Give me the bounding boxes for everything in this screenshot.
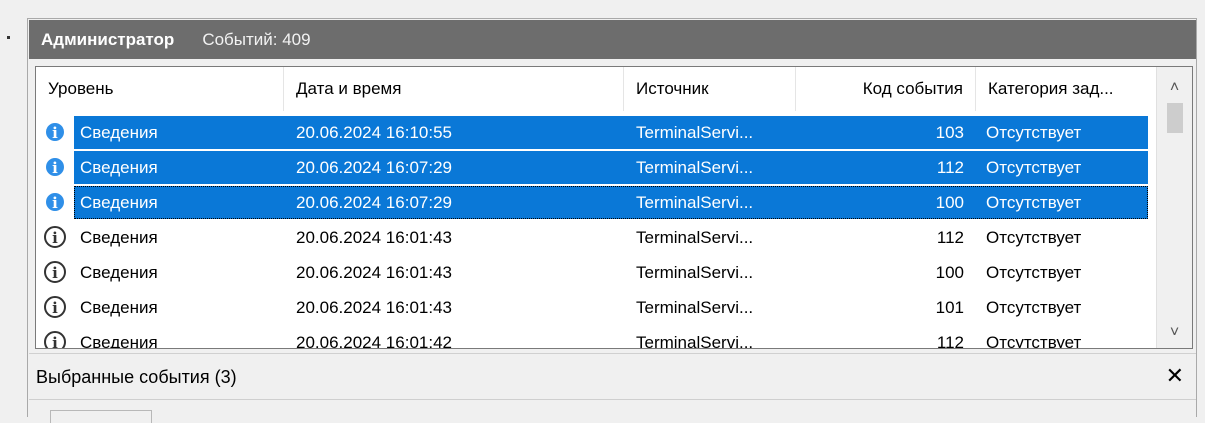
cell-task-category: Отсутствует xyxy=(986,123,1082,142)
cell-event-code: 112 xyxy=(936,158,964,177)
cell-task-category: Отсутствует xyxy=(986,158,1082,177)
cell-level: Сведения xyxy=(80,298,158,317)
splitter-dot xyxy=(7,36,10,39)
vertical-scrollbar[interactable]: ˄ ˅ xyxy=(1156,67,1192,348)
info-icon: i xyxy=(44,261,66,283)
info-icon: i xyxy=(44,191,66,213)
cell-source: TerminalServi... xyxy=(636,263,754,282)
events-count: Событий: 409 xyxy=(202,29,311,49)
selected-events-header: Выбранные события (3) ✕ xyxy=(29,353,1196,400)
cell-task-category: Отсутствует xyxy=(986,228,1082,247)
table-row[interactable]: i Сведения 20.06.2024 16:01:43 TerminalServ… xyxy=(36,255,1156,290)
cell-datetime: 20.06.2024 16:07:29 xyxy=(296,193,452,212)
table-row[interactable]: i Сведения 20.06.2024 16:07:29 TerminalServ… xyxy=(36,150,1156,185)
cell-datetime: 20.06.2024 16:01:42 xyxy=(296,333,452,349)
cell-event-code: 112 xyxy=(936,333,964,349)
cell-source: TerminalServi... xyxy=(636,123,754,142)
info-icon: i xyxy=(44,226,66,248)
selected-events-panel: Выбранные события (3) ✕ xyxy=(29,353,1196,423)
info-icon: i xyxy=(44,156,66,178)
scroll-thumb[interactable] xyxy=(1167,103,1183,133)
column-header-task-category[interactable]: Категория зад... xyxy=(976,67,1156,111)
log-title: Администратор xyxy=(41,29,175,49)
events-rows: i Сведения 20.06.2024 16:10:55 TerminalServ… xyxy=(36,115,1156,349)
cell-datetime: 20.06.2024 16:01:43 xyxy=(296,228,452,247)
cell-source: TerminalServi... xyxy=(636,158,754,177)
column-header-event-code[interactable]: Код события xyxy=(796,67,976,111)
cell-datetime: 20.06.2024 16:07:29 xyxy=(296,158,452,177)
cell-event-code: 101 xyxy=(935,298,964,317)
selected-events-title: Выбранные события (3) xyxy=(36,366,237,387)
column-header-datetime[interactable]: Дата и время xyxy=(284,67,624,111)
table-row[interactable]: i Сведения 20.06.2024 16:07:29 TerminalServ… xyxy=(36,185,1156,220)
events-table: Уровень Дата и время Источник Код событи… xyxy=(35,66,1193,349)
table-row[interactable]: i Сведения 20.06.2024 16:01:43 TerminalServ… xyxy=(36,220,1156,255)
divider xyxy=(29,399,1196,400)
cell-event-code: 100 xyxy=(935,193,964,212)
cell-event-code: 103 xyxy=(935,123,964,142)
cell-task-category: Отсутствует xyxy=(986,298,1082,317)
cell-datetime: 20.06.2024 16:01:43 xyxy=(296,263,452,282)
cell-datetime: 20.06.2024 16:01:43 xyxy=(296,298,452,317)
table-row[interactable]: i Сведения 20.06.2024 16:01:42 TerminalServ… xyxy=(36,325,1156,349)
cell-task-category: Отсутствует xyxy=(986,333,1082,349)
scroll-up-icon[interactable]: ˄ xyxy=(1157,73,1192,103)
cell-level: Сведения xyxy=(80,158,158,177)
cell-source: TerminalServi... xyxy=(636,333,754,349)
cell-event-code: 112 xyxy=(936,228,964,247)
info-icon: i xyxy=(44,296,66,318)
table-row[interactable]: i Сведения 20.06.2024 16:01:43 TerminalServ… xyxy=(36,290,1156,325)
cell-task-category: Отсутствует xyxy=(986,263,1082,282)
scroll-down-icon[interactable]: ˅ xyxy=(1157,318,1192,348)
cell-event-code: 100 xyxy=(935,263,964,282)
log-header-bar: Администратор Событий: 409 xyxy=(29,20,1196,59)
cell-source: TerminalServi... xyxy=(636,193,754,212)
cell-level: Сведения xyxy=(80,193,158,212)
cell-source: TerminalServi... xyxy=(636,298,754,317)
cell-source: TerminalServi... xyxy=(636,228,754,247)
close-icon[interactable]: ✕ xyxy=(1166,363,1184,389)
table-row[interactable]: i Сведения 20.06.2024 16:10:55 TerminalServ… xyxy=(36,115,1156,150)
cell-level: Сведения xyxy=(80,333,158,349)
cell-datetime: 20.06.2024 16:10:55 xyxy=(296,123,452,142)
cell-level: Сведения xyxy=(80,123,158,142)
info-icon: i xyxy=(44,331,66,348)
info-icon: i xyxy=(44,121,66,143)
column-headers: Уровень Дата и время Источник Код событи… xyxy=(36,67,1156,111)
column-header-source[interactable]: Источник xyxy=(624,67,796,111)
cell-task-category: Отсутствует xyxy=(986,193,1082,212)
left-gutter xyxy=(0,0,18,417)
cell-level: Сведения xyxy=(80,263,158,282)
column-header-level[interactable]: Уровень xyxy=(36,67,284,111)
cell-level: Сведения xyxy=(80,228,158,247)
